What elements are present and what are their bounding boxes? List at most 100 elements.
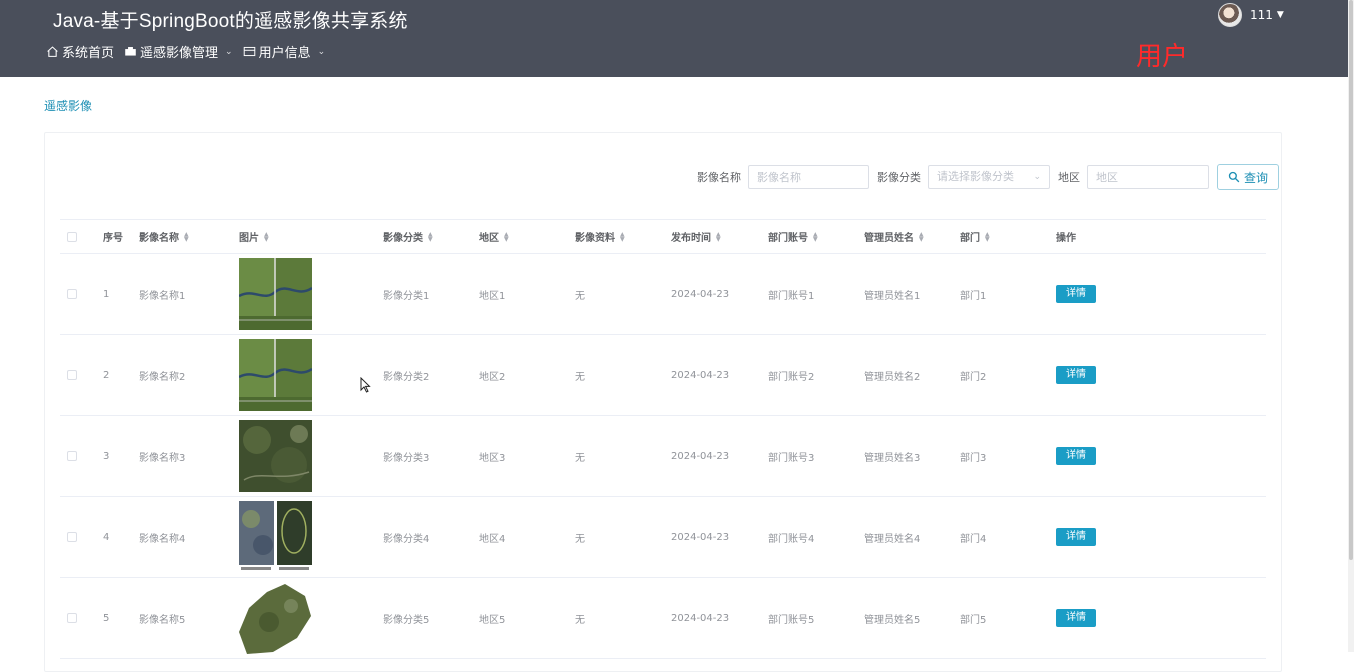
header-dept[interactable]: 部门 ▲ ▼ (960, 229, 1056, 244)
search-category-label: 影像分类 (877, 171, 921, 184)
search-button[interactable]: 查询 (1217, 164, 1280, 190)
header-region[interactable]: 地区 ▲ ▼ (479, 229, 575, 244)
cell-region: 地区3 (479, 452, 506, 464)
cell-account: 部门账号2 (768, 371, 815, 383)
cell-category: 影像分类4 (383, 533, 430, 545)
card-icon (243, 46, 255, 57)
sort-icon[interactable]: ▲ ▼ (716, 231, 721, 242)
cell-date: 2024-04-23 (671, 450, 730, 462)
cell-admin: 管理员姓名5 (864, 614, 921, 626)
table-row: 5 影像名称5 影像分类5 地区5 无 2024-04-23 部门账号5 管理员… (60, 578, 1266, 659)
header-image[interactable]: 图片 ▲ ▼ (239, 229, 383, 244)
cell-admin: 管理员姓名3 (864, 452, 921, 464)
cell-admin: 管理员姓名2 (864, 371, 921, 383)
detail-button[interactable]: 详情 (1056, 447, 1096, 465)
nav-item-image-management[interactable]: 遥感影像管理 ⌄ (124, 42, 233, 61)
sort-icon[interactable]: ▲ ▼ (504, 231, 509, 242)
row-checkbox[interactable] (67, 451, 77, 461)
header-category-label: 影像分类 (383, 233, 423, 244)
satellite-thumbnail[interactable] (239, 258, 312, 330)
cell-region: 地区1 (479, 290, 506, 302)
search-bar: 影像名称 影像分类 请选择影像分类 ⌄ 地区 查询 (697, 164, 1280, 190)
chevron-down-icon: ⌄ (225, 46, 233, 57)
search-button-label: 查询 (1244, 170, 1269, 185)
cell-no: 2 (103, 369, 110, 381)
sort-icon[interactable]: ▲ ▼ (813, 231, 818, 242)
search-icon (1228, 171, 1240, 183)
header-data[interactable]: 影像资料 ▲ ▼ (575, 229, 671, 244)
search-category-select[interactable]: 请选择影像分类 ⌄ (928, 165, 1050, 189)
header-date[interactable]: 发布时间 ▲ ▼ (671, 229, 768, 244)
main-nav: 系统首页 遥感影像管理 ⌄ 用户信息 ⌄ (46, 42, 325, 61)
cell-dept: 部门5 (960, 614, 987, 626)
app-title: Java-基于SpringBoot的遥感影像共享系统 (53, 11, 408, 32)
cell-date: 2024-04-23 (671, 288, 730, 300)
row-checkbox[interactable] (67, 370, 77, 380)
page-scrollbar[interactable] (1348, 0, 1354, 652)
satellite-thumbnail[interactable] (239, 420, 312, 492)
cell-name: 影像名称2 (139, 371, 186, 383)
chevron-down-icon: ⌄ (317, 46, 326, 57)
cell-dept: 部门2 (960, 371, 987, 383)
cell-date: 2024-04-23 (671, 531, 730, 543)
cell-dept: 部门4 (960, 533, 987, 545)
image-icon (125, 47, 136, 56)
cell-category: 影像分类3 (383, 452, 430, 464)
header-account-label: 部门账号 (768, 233, 808, 244)
detail-button[interactable]: 详情 (1056, 609, 1096, 627)
sort-icon[interactable]: ▲ ▼ (985, 231, 990, 242)
header-data-label: 影像资料 (575, 233, 615, 244)
nav-label-image-management: 遥感影像管理 (140, 46, 219, 61)
header-region-label: 地区 (479, 233, 499, 244)
cell-admin: 管理员姓名1 (864, 290, 921, 302)
detail-button[interactable]: 详情 (1056, 528, 1096, 546)
cell-category: 影像分类5 (383, 614, 430, 626)
cell-admin: 管理员姓名4 (864, 533, 921, 545)
search-category-placeholder: 请选择影像分类 (937, 170, 1014, 183)
row-checkbox[interactable] (67, 613, 77, 623)
detail-button[interactable]: 详情 (1056, 285, 1096, 303)
row-checkbox[interactable] (67, 532, 77, 542)
sort-icon[interactable]: ▲ ▼ (620, 231, 625, 242)
caret-down-icon: ▼ (1276, 10, 1284, 20)
mouse-cursor-icon (360, 377, 371, 393)
cell-date: 2024-04-23 (671, 612, 730, 624)
sort-icon[interactable]: ▲ ▼ (919, 231, 924, 242)
search-region-label: 地区 (1058, 171, 1080, 184)
sort-icon[interactable]: ▲ ▼ (428, 231, 433, 242)
search-name-input[interactable] (748, 165, 869, 189)
breadcrumb[interactable]: 遥感影像 (44, 97, 92, 114)
cell-account: 部门账号3 (768, 452, 815, 464)
header-name[interactable]: 影像名称 ▲ ▼ (139, 229, 239, 244)
header-image-label: 图片 (239, 233, 259, 244)
cell-data: 无 (575, 290, 585, 302)
cell-region: 地区4 (479, 533, 506, 545)
satellite-thumbnail[interactable] (239, 501, 312, 573)
nav-item-home[interactable]: 系统首页 (46, 42, 114, 61)
select-all-checkbox[interactable] (67, 231, 77, 242)
nav-item-user-info[interactable]: 用户信息 ⌄ (243, 42, 326, 61)
row-checkbox[interactable] (67, 289, 77, 299)
scrollbar-thumb[interactable] (1349, 0, 1353, 560)
header-category[interactable]: 影像分类 ▲ ▼ (383, 229, 479, 244)
cell-name: 影像名称4 (139, 533, 186, 545)
search-region-input[interactable] (1087, 165, 1209, 189)
sort-icon[interactable]: ▲ ▼ (264, 231, 269, 242)
header-account[interactable]: 部门账号 ▲ ▼ (768, 229, 864, 244)
cell-dept: 部门1 (960, 290, 987, 302)
cell-account: 部门账号4 (768, 533, 815, 545)
satellite-thumbnail[interactable] (239, 339, 312, 411)
satellite-thumbnail[interactable] (239, 582, 312, 654)
user-name: 111 (1250, 8, 1273, 22)
sort-icon[interactable]: ▲ ▼ (184, 231, 189, 242)
header-name-label: 影像名称 (139, 233, 179, 244)
header-admin[interactable]: 管理员姓名 ▲ ▼ (864, 229, 960, 244)
user-menu[interactable]: 111 ▼ (1218, 3, 1284, 27)
cell-no: 4 (103, 531, 110, 543)
detail-button[interactable]: 详情 (1056, 366, 1096, 384)
header-dept-label: 部门 (960, 233, 980, 244)
header-date-label: 发布时间 (671, 233, 711, 244)
cell-data: 无 (575, 371, 585, 383)
cell-account: 部门账号5 (768, 614, 815, 626)
cell-name: 影像名称3 (139, 452, 186, 464)
